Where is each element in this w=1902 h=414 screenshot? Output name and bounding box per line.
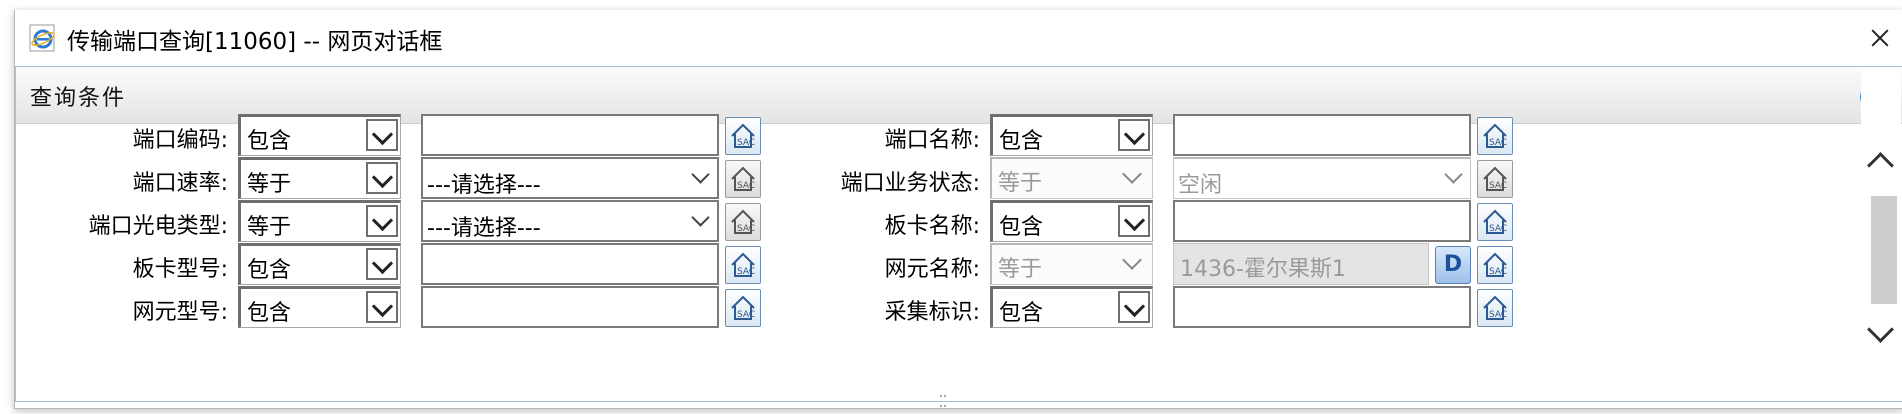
- svg-text:SAC: SAC: [1489, 310, 1507, 320]
- ne-model-lookup-button[interactable]: SAC: [725, 289, 761, 327]
- svg-text:SAC: SAC: [737, 267, 755, 277]
- label-port-optical-type: 端口光电类型:: [88, 214, 228, 239]
- vertical-scrollbar[interactable]: [1861, 70, 1901, 343]
- collect-flag-input[interactable]: [1173, 286, 1471, 328]
- svg-text:SAC: SAC: [1489, 138, 1507, 148]
- chevron-down-icon: [366, 119, 398, 151]
- label-ne-model: 网元型号:: [132, 300, 228, 325]
- port-name-input[interactable]: [1173, 114, 1471, 156]
- label-port-rate: 端口速率:: [132, 171, 228, 196]
- scroll-down-icon[interactable]: [1867, 316, 1894, 343]
- svg-text:SAC: SAC: [1489, 224, 1507, 234]
- chevron-down-icon: [366, 291, 398, 323]
- window-title: 传输端口查询[11060] -- 网页对话框: [67, 29, 443, 55]
- svg-text:SAC: SAC: [1489, 181, 1507, 191]
- resize-grip-icon[interactable]: [940, 395, 946, 407]
- ne-name-d-button[interactable]: D: [1435, 246, 1471, 284]
- chevron-down-icon: [1444, 165, 1463, 184]
- collect-flag-lookup-button[interactable]: SAC: [1477, 289, 1513, 327]
- label-ne-name: 网元名称:: [884, 257, 980, 282]
- ne-name-input[interactable]: 1436-霍尔果斯1: [1173, 243, 1429, 285]
- chevron-down-icon: [1118, 161, 1150, 193]
- close-button[interactable]: [1855, 18, 1902, 58]
- scroll-thumb[interactable]: [1871, 196, 1897, 304]
- card-name-input[interactable]: [1173, 200, 1471, 242]
- chevron-down-icon: [366, 162, 398, 194]
- chevron-down-icon: [1118, 247, 1150, 279]
- port-code-lookup-button[interactable]: SAC: [725, 117, 761, 155]
- port-service-status-operator[interactable]: 等于: [990, 157, 1153, 199]
- port-optical-type-operator[interactable]: 等于: [238, 200, 401, 242]
- port-code-input[interactable]: [421, 114, 719, 156]
- port-name-lookup-button[interactable]: SAC: [1477, 117, 1513, 155]
- chevron-down-icon: [691, 208, 710, 227]
- label-collect-flag: 采集标识:: [884, 300, 980, 325]
- port-optical-type-select[interactable]: ---请选择---: [421, 200, 719, 242]
- svg-text:SAC: SAC: [1489, 267, 1507, 277]
- port-code-operator[interactable]: 包含: [238, 114, 401, 156]
- chevron-down-icon: [1118, 119, 1150, 151]
- panel-title: 查询条件: [30, 86, 127, 111]
- chevron-down-icon: [366, 248, 398, 280]
- ne-model-input[interactable]: [421, 286, 719, 328]
- ne-name-operator[interactable]: 等于: [990, 243, 1153, 285]
- label-card-model: 板卡型号:: [132, 257, 228, 282]
- port-service-status-select[interactable]: 空闲: [1173, 157, 1471, 199]
- ie-icon: [29, 24, 55, 52]
- ne-model-operator[interactable]: 包含: [238, 286, 401, 328]
- port-rate-operator[interactable]: 等于: [238, 157, 401, 199]
- label-port-code: 端口编码:: [132, 128, 228, 153]
- label-port-name: 端口名称:: [884, 128, 980, 153]
- query-panel: 查询条件 端口编码: 包含 SAC 端口名称: 包含 SAC 端口速率: 等于 …: [15, 66, 1902, 407]
- chevron-down-icon: [691, 165, 710, 184]
- port-service-status-lookup-button[interactable]: SAC: [1477, 160, 1513, 198]
- card-model-operator[interactable]: 包含: [238, 243, 401, 285]
- card-model-lookup-button[interactable]: SAC: [725, 246, 761, 284]
- scroll-up-icon[interactable]: [1867, 152, 1894, 179]
- dialog-window: 传输端口查询[11060] -- 网页对话框 查询条件 端口编码: 包含 SAC…: [14, 10, 1902, 409]
- card-name-lookup-button[interactable]: SAC: [1477, 203, 1513, 241]
- title-bar: 传输端口查询[11060] -- 网页对话框: [15, 10, 1902, 66]
- port-rate-lookup-button[interactable]: SAC: [725, 160, 761, 198]
- ne-name-lookup-button[interactable]: SAC: [1477, 246, 1513, 284]
- label-card-name: 板卡名称:: [884, 214, 980, 239]
- card-model-input[interactable]: [421, 243, 719, 285]
- port-name-operator[interactable]: 包含: [990, 114, 1153, 156]
- chevron-down-icon: [366, 205, 398, 237]
- svg-text:SAC: SAC: [737, 138, 755, 148]
- svg-text:SAC: SAC: [737, 310, 755, 320]
- port-optical-type-lookup-button[interactable]: SAC: [725, 203, 761, 241]
- port-rate-select[interactable]: ---请选择---: [421, 157, 719, 199]
- card-name-operator[interactable]: 包含: [990, 200, 1153, 242]
- collect-flag-operator[interactable]: 包含: [990, 286, 1153, 328]
- chevron-down-icon: [1118, 291, 1150, 323]
- svg-text:SAC: SAC: [737, 181, 755, 191]
- label-port-service-status: 端口业务状态:: [840, 171, 980, 196]
- svg-text:SAC: SAC: [737, 224, 755, 234]
- chevron-down-icon: [1118, 205, 1150, 237]
